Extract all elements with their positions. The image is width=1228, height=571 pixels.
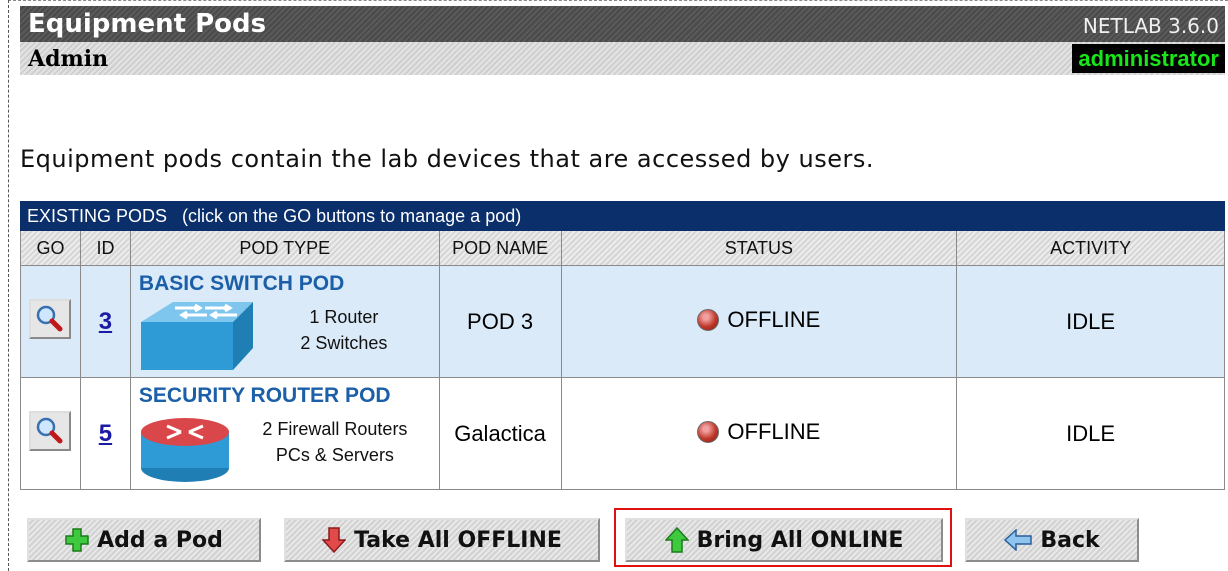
bring-all-online-button[interactable]: Bring All ONLINE [625, 518, 943, 562]
version-label: NETLAB 3.6.0 [1082, 14, 1219, 38]
section-label: Admin [28, 46, 109, 72]
magnifier-icon [37, 417, 63, 443]
table-caption-row: EXISTING PODS (click on the GO buttons t… [20, 201, 1225, 231]
id-cell: 3 [79, 265, 131, 378]
go-button[interactable] [29, 410, 72, 451]
id-cell: 5 [79, 377, 131, 490]
table-row: 3 BASIC SWITCH POD 1 Router 2 Switches P… [20, 265, 1225, 378]
column-header-activity: ACTIVITY [956, 230, 1225, 266]
activity-cell: IDLE [956, 265, 1225, 378]
pod-type-line-1: 2 Firewall Routers [262, 419, 408, 439]
column-header-id: ID [79, 230, 131, 266]
arrow-left-icon [1004, 529, 1033, 551]
page-top-border [8, 0, 1228, 1]
switch-icon [140, 302, 253, 370]
take-all-offline-button[interactable]: Take All OFFLINE [284, 518, 600, 562]
add-pod-label: Add a Pod [97, 527, 223, 553]
go-cell [20, 265, 81, 378]
section-bar: Admin administrator [20, 42, 1225, 75]
pod-name-cell: Galactica [438, 377, 562, 490]
pod-type-cell: BASIC SWITCH POD 1 Router 2 Switches [129, 265, 440, 378]
magnifier-icon [37, 305, 63, 331]
page-left-border [8, 0, 9, 571]
pod-id-link[interactable]: 5 [99, 420, 112, 447]
page-title: Equipment Pods [28, 9, 267, 39]
status-cell: OFFLINE [560, 265, 958, 378]
arrow-down-icon [322, 527, 347, 553]
bring-all-online-label: Bring All ONLINE [696, 527, 904, 553]
take-all-offline-label: Take All OFFLINE [354, 527, 562, 553]
back-label: Back [1040, 527, 1100, 553]
plus-icon [65, 528, 89, 552]
back-button[interactable]: Back [965, 518, 1139, 562]
pod-id-link[interactable]: 3 [99, 308, 112, 335]
router-icon [140, 418, 229, 482]
status-led-icon [697, 420, 720, 443]
title-bar: Equipment Pods NETLAB 3.6.0 [20, 6, 1225, 42]
pod-type-line-2: PCs & Servers [275, 445, 394, 465]
column-header-pod-name: POD NAME [438, 230, 562, 266]
pod-type-name: BASIC SWITCH POD [138, 272, 345, 295]
pods-table: EXISTING PODS (click on the GO buttons t… [20, 201, 1225, 490]
user-badge: administrator [1072, 44, 1225, 73]
status-cell: OFFLINE [560, 377, 958, 490]
pod-type-line-2: 2 Switches [300, 333, 388, 353]
pod-type-name: SECURITY ROUTER POD [138, 384, 391, 407]
table-caption: EXISTING PODS (click on the GO buttons t… [20, 201, 1225, 231]
pod-name-cell: POD 3 [438, 265, 562, 378]
table-row: 5 SECURITY ROUTER POD 2 Firewall Routers… [20, 377, 1225, 490]
column-header-go: GO [20, 230, 81, 266]
column-header-status: STATUS [560, 230, 958, 266]
status-led-icon [697, 308, 720, 331]
add-pod-button[interactable]: Add a Pod [27, 518, 261, 562]
table-header-row: GO ID POD TYPE POD NAME STATUS ACTIVITY [20, 230, 1225, 266]
status-text: OFFLINE [727, 306, 821, 332]
intro-text: Equipment pods contain the lab devices t… [20, 145, 874, 173]
go-button[interactable] [29, 298, 72, 339]
arrow-up-icon [664, 527, 689, 553]
go-cell [20, 377, 81, 490]
column-header-pod-type: POD TYPE [129, 230, 440, 266]
activity-cell: IDLE [956, 377, 1225, 490]
pod-type-line-1: 1 Router [309, 307, 379, 327]
pod-type-cell: SECURITY ROUTER POD 2 Firewall Routers P… [129, 377, 440, 490]
status-text: OFFLINE [727, 418, 821, 444]
